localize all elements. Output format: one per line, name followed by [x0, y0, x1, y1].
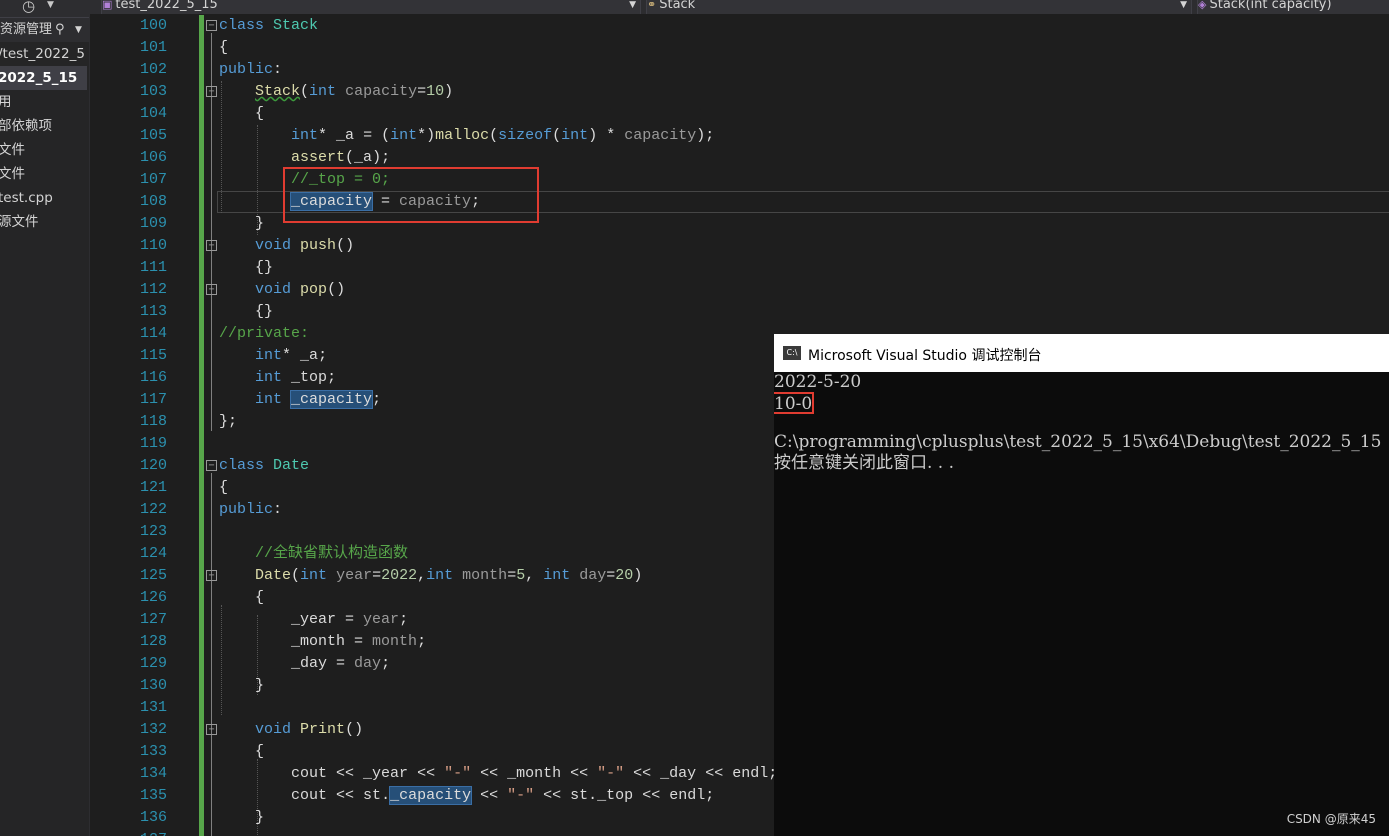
- history-icon[interactable]: ◷: [22, 0, 35, 15]
- watermark: CSDN @原来45: [1286, 812, 1376, 826]
- code-line: 106 assert(_a);: [139, 149, 391, 166]
- tree-item-test-cpp[interactable]: test.cpp: [0, 186, 87, 210]
- solution-explorer: ◷ ▼ 资源管理 ⚲ ▼ /test_2022_5 2022_5_15 用 部依…: [0, 0, 90, 836]
- code-line: 111 {}: [139, 259, 274, 276]
- debug-console-window[interactable]: C:\ Microsoft Visual Studio 调试控制台 2022-5…: [774, 334, 1389, 836]
- tree-item-solution[interactable]: /test_2022_5: [0, 42, 87, 66]
- collapse-toggle[interactable]: −: [206, 724, 217, 735]
- annotation-box: [283, 167, 539, 223]
- code-line: 104 {: [139, 105, 265, 122]
- collapse-toggle[interactable]: −: [206, 570, 217, 581]
- annotation-box: [774, 392, 814, 414]
- tree-item-resource-files[interactable]: 文件: [0, 162, 87, 186]
- method-icon: ◈: [1198, 0, 1207, 11]
- code-line: 105 int* _a = (int*)malloc(sizeof(int) *…: [139, 127, 715, 144]
- chevron-down-icon: ▼: [629, 0, 636, 10]
- code-line: 112− void pop(): [139, 281, 346, 298]
- scope-dropdown[interactable]: ⚭ Stack ▼: [646, 0, 1192, 14]
- member-label: Stack(int capacity): [1209, 0, 1332, 12]
- console-output-line: 2022-5-20: [774, 372, 862, 392]
- project-label: test_2022_5_15: [115, 0, 218, 12]
- explorer-title: 资源管理: [0, 22, 53, 37]
- collapse-toggle[interactable]: −: [206, 460, 217, 471]
- chevron-down-icon[interactable]: ▼: [47, 0, 54, 10]
- collapse-toggle[interactable]: −: [206, 86, 217, 97]
- code-line: 101{: [139, 39, 229, 56]
- tree-item-external-deps[interactable]: 部依赖项: [0, 114, 87, 138]
- console-titlebar[interactable]: C:\ Microsoft Visual Studio 调试控制台: [774, 334, 1389, 372]
- collapse-toggle[interactable]: −: [206, 284, 217, 295]
- explorer-toolbar: ◷ ▼: [0, 0, 89, 18]
- tree-item-references[interactable]: 用: [0, 90, 87, 114]
- chevron-down-icon: ▼: [1180, 0, 1187, 10]
- console-app-icon: C:\: [783, 346, 801, 360]
- project-dropdown[interactable]: ▣ test_2022_5_15 ▼: [101, 0, 641, 14]
- editor-navigation-bar: ▣ test_2022_5_15 ▼ ⚭ Stack ▼ ◈ Stack(int ca…: [90, 0, 1389, 14]
- search-options-chevron-icon[interactable]: ▼: [75, 18, 82, 42]
- console-output-line: C:\programming\cplusplus\test_2022_5_15\…: [774, 432, 1382, 452]
- line-number: 137: [121, 829, 167, 836]
- console-title: Microsoft Visual Studio 调试控制台: [808, 348, 1042, 364]
- search-icon[interactable]: ⚲: [55, 18, 65, 42]
- member-dropdown[interactable]: ◈ Stack(int capacity): [1197, 0, 1389, 14]
- code-line: 100− class Stack: [139, 17, 319, 34]
- console-output-line: 按任意键关闭此窗口. . .: [774, 453, 955, 473]
- tree-item-header-files[interactable]: 文件: [0, 138, 87, 162]
- scope-label: Stack: [659, 0, 696, 12]
- code-line: 110− void push(): [139, 237, 355, 254]
- class-icon: ⚭: [647, 0, 657, 11]
- code-line: 113 {}: [139, 303, 274, 320]
- tree-item-source-files[interactable]: 源文件: [0, 210, 87, 234]
- project-icon: ▣: [102, 0, 113, 11]
- code-line: 103− Stack(int capacity=10): [139, 83, 454, 100]
- tree-item-project[interactable]: 2022_5_15: [0, 66, 87, 90]
- collapse-toggle[interactable]: −: [206, 20, 217, 31]
- collapse-toggle[interactable]: −: [206, 240, 217, 251]
- code-line: 102 public:: [139, 61, 283, 78]
- explorer-header: 资源管理 ⚲ ▼: [0, 18, 89, 42]
